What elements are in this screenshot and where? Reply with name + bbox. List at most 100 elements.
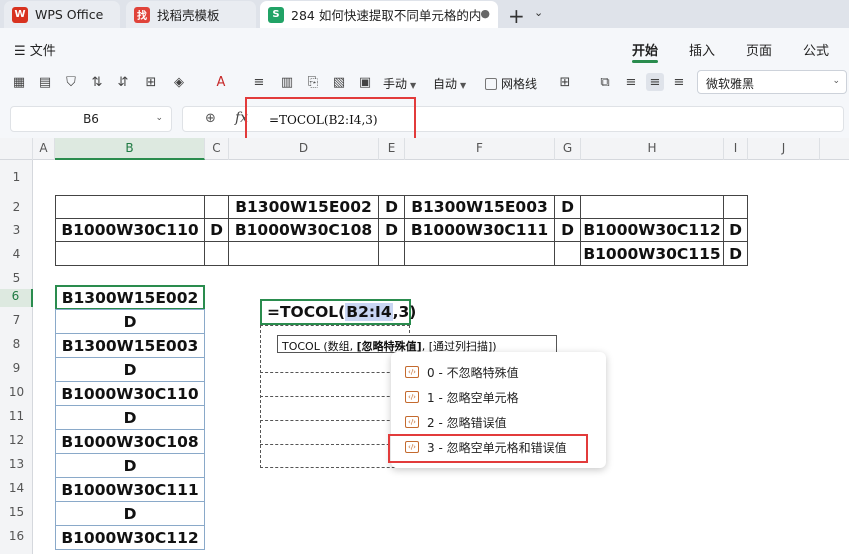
column-header-e[interactable]: E [379, 138, 405, 160]
gridlines-toggle[interactable]: 网格线 [485, 75, 537, 92]
menu-item-formula[interactable]: 公式 [803, 40, 829, 59]
cell-h3[interactable]: B1000W30C112 [580, 218, 724, 242]
cell-c4[interactable] [204, 241, 229, 266]
column-header-b[interactable]: B [55, 138, 205, 160]
menu-item-insert[interactable]: 插入 [689, 40, 715, 59]
result-cell[interactable]: B1000W30C112 [55, 525, 205, 550]
column-header-j[interactable]: J [748, 138, 820, 160]
cell-g3[interactable]: D [554, 218, 581, 242]
row-header[interactable]: 11 [0, 409, 33, 423]
result-cell[interactable]: D [55, 453, 205, 478]
row-header[interactable]: 10 [0, 385, 33, 399]
cell-f4[interactable] [404, 241, 555, 266]
column-header-h[interactable]: H [581, 138, 724, 160]
sheet-grid[interactable]: B1300W15E002 D B1300W15E003 D B1000W30C1… [33, 160, 849, 554]
table-style-icon[interactable]: ⊞ [556, 73, 574, 91]
row-header[interactable]: 16 [0, 529, 33, 543]
column-header-d[interactable]: D [229, 138, 379, 160]
font-family-select[interactable]: 微软雅黑 ⌄ [697, 70, 847, 94]
cell-i3[interactable]: D [723, 218, 748, 242]
cell-d2[interactable]: B1300W15E002 [228, 195, 379, 219]
result-cell[interactable]: D [55, 501, 205, 526]
align-center-icon[interactable]: ≡ [646, 73, 664, 91]
result-cell[interactable]: B1300W15E003 [55, 333, 205, 358]
cell-g2[interactable]: D [554, 195, 581, 219]
column-header-f[interactable]: F [405, 138, 555, 160]
result-cell[interactable]: B1000W30C111 [55, 477, 205, 502]
auto-calc-button[interactable]: 自动 ▼ [433, 75, 466, 92]
menu-item-page[interactable]: 页面 [746, 40, 772, 59]
cell-c3[interactable]: D [204, 218, 229, 242]
dot-icon[interactable]: ● [480, 7, 490, 20]
row-header[interactable]: 5 [0, 271, 33, 285]
row-header[interactable]: 4 [0, 247, 33, 261]
cell-b3[interactable]: B1000W30C110 [55, 218, 205, 242]
gridlines-checkbox[interactable] [485, 78, 497, 90]
freeze-icon[interactable]: ⧉ [596, 73, 614, 91]
align-left-icon[interactable]: ≡ [622, 73, 640, 91]
align-right-icon[interactable]: ≡ [670, 73, 688, 91]
column-header-g[interactable]: G [555, 138, 581, 160]
cell-h2[interactable] [580, 195, 724, 219]
chevron-down-icon[interactable]: ⌄ [534, 6, 543, 19]
dropdown-option-2[interactable]: ‹/› 2 - 忽略错误值 [405, 412, 507, 432]
row-header[interactable]: 9 [0, 361, 33, 375]
wrap-text-icon[interactable]: ≡ [250, 73, 268, 91]
cell-e2[interactable]: D [378, 195, 405, 219]
cell-f3[interactable]: B1000W30C111 [404, 218, 555, 242]
cell-g4[interactable] [554, 241, 581, 266]
merge-icon[interactable]: ▥ [278, 73, 296, 91]
formula-cell-editor[interactable]: =TOCOL(B2:I4,3) [260, 299, 416, 325]
row-header[interactable]: 1 [0, 170, 33, 184]
column-header-a[interactable]: A [33, 138, 55, 160]
dropdown-option-0[interactable]: ‹/› 0 - 不忽略特殊值 [405, 362, 519, 382]
fill-color-icon[interactable]: ◈ [170, 73, 188, 91]
manual-calc-button[interactable]: 手动 ▼ [383, 75, 416, 92]
row-header[interactable]: 3 [0, 223, 33, 237]
sort-descending-icon[interactable]: ⇵ [114, 73, 132, 91]
row-header[interactable]: 12 [0, 433, 33, 447]
clipboard-icon[interactable]: ▤ [36, 73, 54, 91]
row-header[interactable]: 13 [0, 457, 33, 471]
row-header[interactable]: 14 [0, 481, 33, 495]
row-header[interactable]: 2 [0, 200, 33, 214]
rows-cols-icon[interactable]: ▧ [330, 73, 348, 91]
row-header[interactable]: 15 [0, 505, 33, 519]
cell-f2[interactable]: B1300W15E003 [404, 195, 555, 219]
tab-template[interactable]: 找 找稻壳模板 [126, 1, 256, 28]
tab-document[interactable]: S 284 如何快速提取不同单元格的内 ● [260, 1, 498, 28]
result-cell[interactable]: D [55, 357, 205, 382]
result-cell[interactable]: D [55, 405, 205, 430]
sort-ascending-icon[interactable]: ⇅ [88, 73, 106, 91]
format-painter-icon[interactable]: ▦ [10, 73, 28, 91]
cell-i2[interactable] [723, 195, 748, 219]
cell-d3[interactable]: B1000W30C108 [228, 218, 379, 242]
cell-b4[interactable] [55, 241, 205, 266]
row-header[interactable]: 7 [0, 313, 33, 327]
filter-icon[interactable]: ⛉ [62, 73, 80, 91]
file-menu[interactable]: ☰ 文件 [14, 40, 56, 59]
calc-icon[interactable]: ▣ [356, 73, 374, 91]
column-header-i[interactable]: I [724, 138, 748, 160]
cell-h4[interactable]: B1000W30C115 [580, 241, 724, 266]
cell-e4[interactable] [378, 241, 405, 266]
menu-item-home[interactable]: 开始 [632, 40, 658, 59]
cell-e3[interactable]: D [378, 218, 405, 242]
new-tab-icon[interactable]: + [508, 4, 525, 28]
cell-c2[interactable] [204, 195, 229, 219]
tab-wps-office[interactable]: W WPS Office [4, 1, 120, 28]
column-header-c[interactable]: C [205, 138, 229, 160]
row-header-active[interactable]: 6 [0, 289, 33, 307]
zoom-icon[interactable]: ⊕ [205, 111, 216, 126]
cell-i4[interactable]: D [723, 241, 748, 266]
convert-icon[interactable]: ⎘ [304, 73, 322, 91]
cell-b2[interactable] [55, 195, 205, 219]
borders-icon[interactable]: ⊞ [142, 73, 160, 91]
name-box[interactable]: B6 ⌄ [10, 106, 172, 132]
cell-b6-active[interactable]: B1300W15E002 [55, 285, 205, 310]
result-cell[interactable]: B1000W30C108 [55, 429, 205, 454]
font-color-icon[interactable]: A [212, 73, 230, 91]
select-all-corner[interactable] [0, 138, 33, 160]
result-cell[interactable]: D [55, 309, 205, 334]
row-header[interactable]: 8 [0, 337, 33, 351]
